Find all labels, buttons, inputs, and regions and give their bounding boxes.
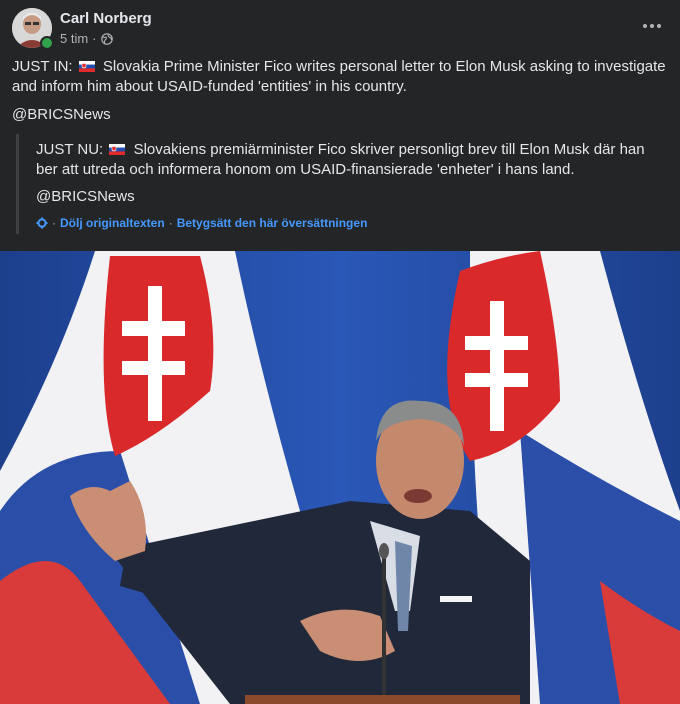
link-separator: · bbox=[52, 216, 56, 230]
translation-text: JUST NU: Slovakiens premiärminister Fico… bbox=[36, 140, 656, 180]
post-text-prefix: JUST IN: bbox=[12, 58, 73, 75]
photo-image bbox=[0, 251, 680, 704]
post-text-body: Slovakia Prime Minister Fico writes pers… bbox=[12, 58, 666, 95]
post-time[interactable]: 5 tim bbox=[60, 31, 88, 46]
translation-block: JUST NU: Slovakiens premiärminister Fico… bbox=[16, 134, 669, 234]
slovakia-flag-icon bbox=[78, 61, 95, 72]
translation-links: · Dölj originaltexten · Betygsätt den hä… bbox=[36, 216, 367, 230]
post-header: Carl Norberg 5 tim · bbox=[0, 0, 680, 56]
globe-icon[interactable] bbox=[100, 32, 113, 45]
translation-mention[interactable]: @BRICSNews bbox=[36, 188, 135, 205]
rate-translation-link[interactable]: Betygsätt den här översättningen bbox=[177, 216, 368, 230]
online-status-dot bbox=[40, 36, 54, 50]
link-separator: · bbox=[168, 216, 173, 230]
hide-original-link[interactable]: Dölj originaltexten bbox=[60, 216, 165, 230]
translation-prefix: JUST NU: bbox=[36, 141, 104, 158]
slovakia-flag-icon bbox=[109, 144, 126, 155]
more-horizontal-icon bbox=[643, 24, 661, 28]
translation-body: Slovakiens premiärminister Fico skriver … bbox=[36, 141, 645, 178]
meta-separator: · bbox=[92, 31, 97, 46]
more-options-button[interactable] bbox=[638, 14, 666, 38]
post-mention[interactable]: @BRICSNews bbox=[12, 106, 111, 123]
post-text: JUST IN: Slovakia Prime Minister Fico wr… bbox=[12, 57, 668, 97]
author-name[interactable]: Carl Norberg bbox=[60, 10, 152, 27]
gear-icon bbox=[36, 217, 48, 229]
post-meta: 5 tim · bbox=[60, 31, 113, 46]
post-photo[interactable] bbox=[0, 251, 680, 704]
